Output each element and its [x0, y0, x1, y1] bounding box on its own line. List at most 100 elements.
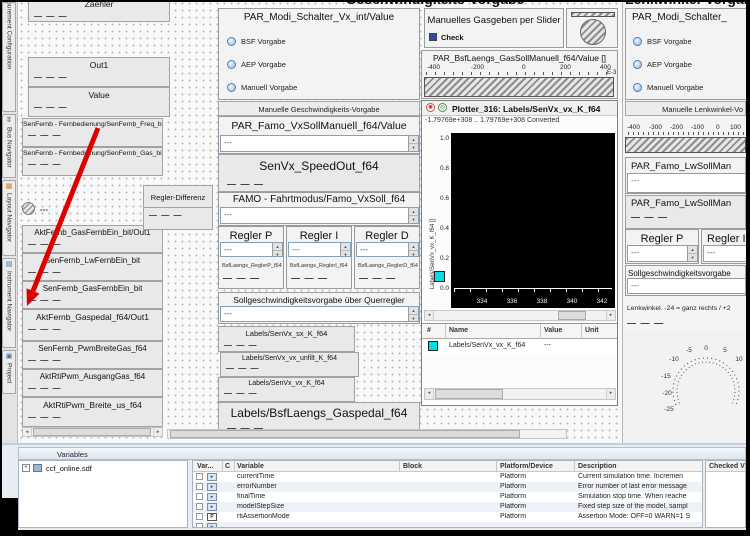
row-checkbox[interactable]	[196, 503, 203, 510]
legend-row[interactable]: Labels/SenVx_vx_K_f64 ---	[422, 339, 617, 354]
tab-bus-navigator[interactable]: ʬ Bus Navigator	[2, 114, 16, 178]
spin-down-icon[interactable]: ▾	[409, 216, 418, 224]
spin-down-icon[interactable]: ▾	[341, 251, 350, 257]
radio-icon[interactable]	[227, 83, 236, 92]
table-row[interactable]: P rtiAssertionMode Platform Assertion Mo…	[193, 512, 702, 522]
regler-i-cell: Regler I --- ▴▾ BsfLaengs_ReglerI_f64 — …	[286, 226, 352, 289]
svg-text:-20: -20	[662, 390, 672, 397]
tab-instrument-navigator[interactable]: ▤ Instrument Navigator	[2, 258, 16, 348]
row-checkbox[interactable]	[196, 493, 203, 500]
radio-aep-vorgabe[interactable]: AEP Vorgabe	[633, 60, 692, 69]
steer-regler-i-input[interactable]: ---	[703, 245, 750, 262]
scroll-right-icon[interactable]: ▸	[153, 428, 162, 436]
row-checkbox[interactable]	[196, 473, 203, 480]
steering-gauge[interactable]: 0 -5 5 -10 10 -15 -20 -25	[623, 331, 746, 443]
famo-input[interactable]: --- ▴▾	[220, 207, 419, 224]
regler-p-subtitle: BsfLaengs_ReglerP_f64	[222, 263, 282, 269]
gas-slider-bar[interactable]	[424, 77, 614, 97]
spin-up-icon[interactable]: ▴	[341, 243, 350, 251]
spin-up-icon[interactable]: ▴	[409, 136, 418, 144]
display-labels-vx-unfilt: Labels/SenVx_vx_unfilt_K_f64 — — —	[220, 352, 359, 377]
row-checkbox[interactable]	[196, 513, 203, 520]
radio-bsf-vorgabe[interactable]: BSF Vorgabe	[227, 37, 286, 46]
spin-up-icon[interactable]: ▴	[409, 208, 418, 216]
display-gas-fernbein: SenFernb_GasFernbEin_bit — — —	[22, 281, 163, 309]
steer-slider-bar[interactable]	[625, 137, 746, 153]
measurement-variable-icon: ▸	[207, 523, 217, 528]
radio-icon[interactable]	[227, 37, 236, 46]
scroll-left-icon[interactable]: ◂	[425, 311, 434, 320]
spin-down-icon[interactable]: ▾	[688, 254, 697, 262]
scroll-left-icon[interactable]: ◂	[425, 389, 434, 399]
tree-item-label[interactable]: ccf_online.sdf	[46, 464, 92, 473]
radio-icon[interactable]	[633, 83, 642, 92]
regler-i-subvalue: — — —	[291, 273, 328, 283]
regler-i-subtitle: BsfLaengs_ReglerI_f64	[290, 263, 347, 269]
variables-table-header[interactable]: Var... C Variable Block Platform/Device …	[193, 461, 702, 472]
radio-icon[interactable]	[633, 37, 642, 46]
display-zaehler: Zaehler — — —	[28, 0, 170, 22]
spin-up-icon[interactable]: ▴	[409, 243, 418, 251]
scrollbar-thumb[interactable]: ⋯	[435, 389, 503, 399]
spin-up-icon[interactable]: ▴	[273, 243, 282, 251]
steer-regler-p-input[interactable]: --- ▴▾	[627, 245, 698, 262]
svg-text:-15: -15	[661, 373, 671, 380]
plotter-titlebar[interactable]: ✺ ◎ Plotter_316: Labels/SenVx_vx_K_f64	[422, 101, 617, 116]
vxsoll-input[interactable]: --- ▴▾	[220, 135, 419, 152]
radio-icon[interactable]	[633, 60, 642, 69]
radio-icon[interactable]	[227, 60, 236, 69]
radio-aep-vorgabe[interactable]: AEP Vorgabe	[227, 60, 286, 69]
left-column-scrollbar[interactable]: ◂ ▸	[22, 427, 163, 437]
check-checkbox[interactable]	[429, 33, 437, 41]
regler-d-input[interactable]: --- ▴▾	[356, 242, 419, 257]
tab-layout-navigator[interactable]: ▦ Layout Navigator	[2, 180, 16, 256]
legend-scrollbar[interactable]: ◂ ▸ ⋯	[424, 388, 616, 400]
regler-i-input[interactable]: --- ▴▾	[288, 242, 351, 257]
tab-project[interactable]: ▣ Project	[2, 350, 16, 394]
radio-bsf-vorgabe[interactable]: BSF Vorgabe	[633, 37, 692, 46]
scroll-right-icon[interactable]: ▸	[606, 311, 615, 320]
spin-down-icon[interactable]: ▾	[409, 315, 418, 322]
querregler-input[interactable]: --- ▴▾	[220, 306, 419, 322]
gas-slider-widget: PAR_BsfLaengs_GasSollManuell_f64/Value […	[421, 50, 618, 99]
display-labels-sx: Labels/SenVx_sx_K_f64 — — —	[218, 326, 355, 352]
regler-p-input[interactable]: --- ▴▾	[220, 242, 283, 257]
scroll-right-icon[interactable]: ▸	[606, 389, 615, 399]
table-row[interactable]: ▸ finalTime Platform Simulation stop tim…	[193, 492, 702, 502]
scrollbar-thumb[interactable]	[558, 311, 586, 320]
table-row[interactable]: ▸ errorNumber Platform Error number of l…	[193, 482, 702, 492]
scrollbar-thumb[interactable]	[33, 428, 151, 436]
tab-measurement-configuration[interactable]: Measurement Configuration	[2, 2, 16, 112]
steer-sollgeschw-input[interactable]: ---	[627, 278, 746, 294]
spin-down-icon[interactable]: ▾	[409, 144, 418, 152]
table-row[interactable]: ▸ currentTime Platform Current simulatio…	[193, 472, 702, 482]
table-row[interactable]: ▸ modelStepSize Platform Fixed step size…	[193, 502, 702, 512]
sdf-file-icon	[33, 464, 42, 472]
instrument-navigator-icon: ▤	[6, 261, 13, 269]
spin-down-icon[interactable]: ▾	[409, 251, 418, 257]
plot-x-scrollbar[interactable]: ◂ ▸	[424, 310, 616, 321]
tree-expand-icon[interactable]: +	[22, 464, 30, 472]
plotter-icon-1[interactable]: ✺	[426, 103, 435, 112]
row-checkbox[interactable]	[196, 483, 203, 490]
radio-manuell-vorgabe[interactable]: Manuell Vorgabe	[227, 83, 297, 92]
scroll-left-icon[interactable]: ◂	[23, 428, 32, 436]
spin-down-icon[interactable]: ▾	[273, 251, 282, 257]
scrollbar-thumb[interactable]: ⋯	[170, 430, 520, 438]
frame-right	[746, 0, 750, 536]
led-knob-icon[interactable]	[22, 202, 35, 215]
plotter-icon-2[interactable]: ◎	[438, 103, 447, 112]
radio-manuell-vorgabe[interactable]: Manuell Vorgabe	[633, 83, 703, 92]
lwsoll-input[interactable]: ---	[627, 173, 746, 193]
plotter-window: ✺ ◎ Plotter_316: Labels/SenVx_vx_K_f64 -…	[421, 100, 618, 406]
spin-up-icon[interactable]: ▴	[409, 307, 418, 315]
row-checkbox[interactable]	[196, 523, 203, 528]
gas-knob[interactable]	[580, 19, 606, 45]
spin-up-icon[interactable]: ▴	[688, 246, 697, 254]
lwsoll-input-panel: PAR_Famo_LwSollMan ---	[625, 157, 746, 194]
canvas-scrollbar[interactable]: ⋯	[167, 429, 567, 439]
table-row-partial[interactable]: ▸	[193, 522, 702, 528]
svg-text:-5: -5	[686, 347, 692, 354]
steer-mode-panel: PAR_Modi_Schalter_ BSF Vorgabe AEP Vorga…	[625, 8, 750, 100]
svg-text:-25: -25	[664, 406, 674, 413]
